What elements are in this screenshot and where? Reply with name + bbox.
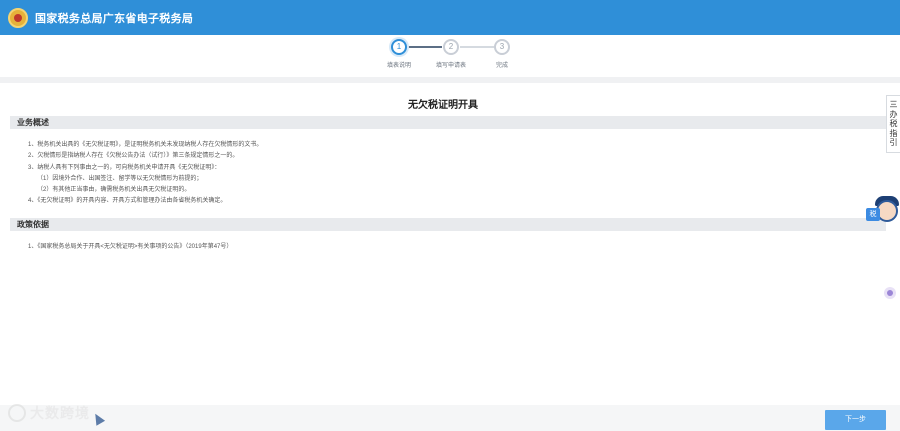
guide-char-4: 指: [889, 128, 898, 138]
page-title: 无欠税证明开具: [408, 100, 478, 111]
policy-item-1[interactable]: 1、《国家税务总局关于开具<无欠税证明>有关事项的公告》（2019年第47号）: [28, 242, 232, 253]
top-header: 国家税务总局广东省电子税务局: [0, 0, 900, 35]
step-1-circle: 1: [391, 39, 407, 55]
tax-emblem-icon: [8, 7, 28, 28]
step-1-label: 填表说明: [386, 63, 411, 69]
step-progress: 1 填表说明 2 填写申请表 3 完成: [0, 35, 900, 77]
section-heading-policy: 政策依据: [10, 218, 886, 231]
assistant-avatar-icon[interactable]: 税: [866, 192, 900, 226]
watermark-logo-icon: [8, 404, 26, 422]
overview-item-3: 3、纳税人具有下列事由之一的，可向税务机关申请开具《无欠税证明》：: [28, 165, 221, 171]
watermark-text: 大数跨境: [30, 405, 90, 421]
assistant-tag: 税: [866, 208, 880, 221]
step-3-circle: 3: [494, 39, 510, 55]
footer-bar: 下一步: [0, 405, 900, 431]
section-heading-overview: 业务概述: [10, 116, 886, 129]
tax-guide-tab[interactable]: 三 办 税 指 引: [886, 95, 900, 153]
guide-char-5: 引: [889, 138, 898, 148]
overview-item-4: 4、《无欠税证明》的开具内容、开具方式和管理办法由各省税务机关确定。: [28, 198, 227, 204]
step-3: 3 完成: [472, 39, 532, 69]
overview-item-1: 1、税务机关出具的《无欠税证明》，是证明税务机关未发现纳税人存在欠税情形的文书。: [28, 142, 263, 148]
step-2-circle: 2: [443, 39, 459, 55]
overview-item-2: 2、欠税情形是指纳税人存在《欠税公告办法（试行）》第三条规定情形之一的。: [28, 153, 239, 159]
main-content: 无欠税证明开具 业务概述 1、税务机关出具的《无欠税证明》，是证明税务机关未发现…: [0, 83, 886, 405]
guide-char-3: 税: [889, 119, 898, 129]
watermark: 大数跨境: [8, 400, 90, 426]
next-step-button[interactable]: 下一步: [825, 410, 886, 430]
site-title: 国家税务总局广东省电子税务局: [35, 12, 194, 25]
step-3-label: 完成: [495, 63, 508, 69]
guide-char-2: 办: [889, 109, 898, 119]
guide-char-1: 三: [889, 100, 898, 110]
overview-subitem-2: （2）有其他正当事由，确需税务机关出具无欠税证明的。: [37, 187, 191, 193]
step-1: 1 填表说明: [369, 39, 429, 69]
overview-subitem-1: （1）因境外合作、出国签注、留学等以无欠税情形为前提的；: [37, 176, 203, 182]
chat-bubble-icon[interactable]: [884, 287, 896, 299]
